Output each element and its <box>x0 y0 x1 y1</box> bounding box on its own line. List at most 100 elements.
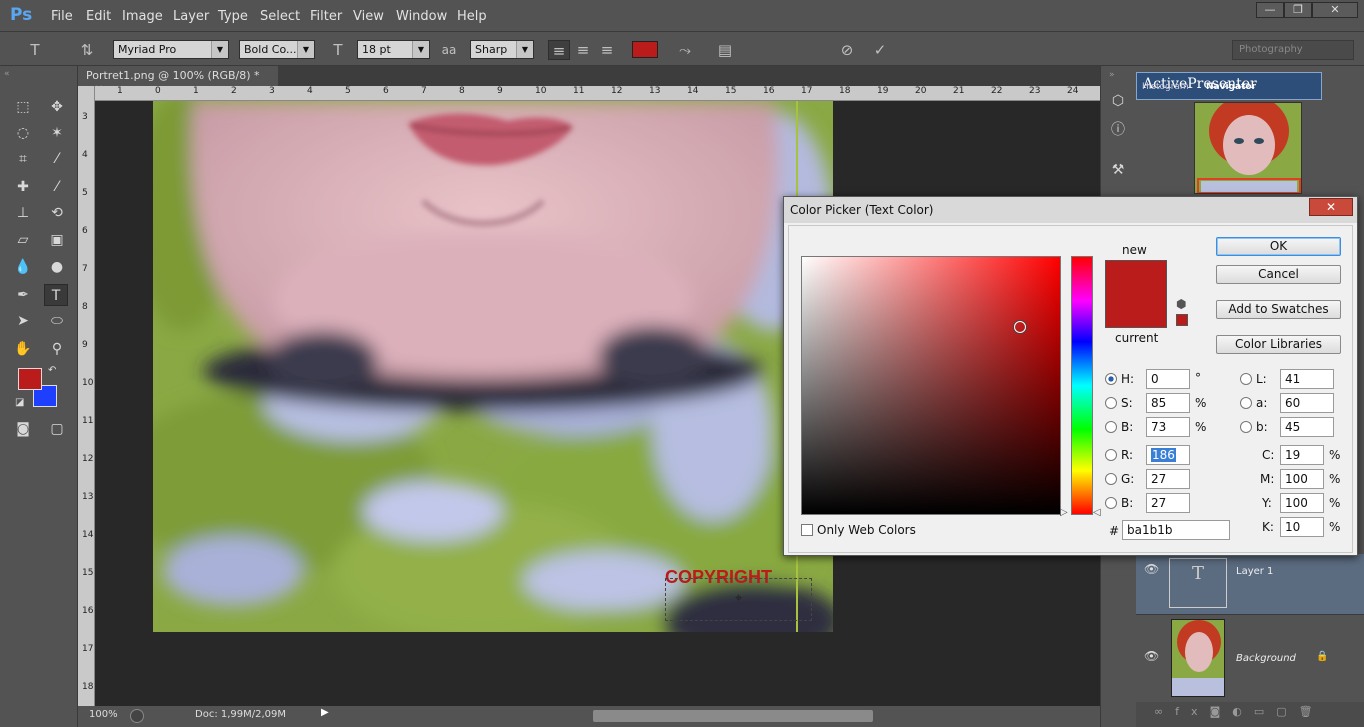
align-center-icon[interactable]: ≡ <box>572 40 594 60</box>
menu-edit[interactable]: Edit <box>86 9 111 24</box>
out-of-gamut-cube-icon[interactable]: ⬢ <box>1176 297 1186 311</box>
crop-tool-icon[interactable]: ⌗ <box>11 148 35 170</box>
a-field[interactable]: 60 <box>1280 393 1334 413</box>
adjustment-icon[interactable]: ◐ <box>1232 705 1254 718</box>
menu-view[interactable]: View <box>353 9 384 24</box>
radio-blue[interactable] <box>1105 497 1117 509</box>
ok-button[interactable]: OK <box>1216 237 1341 256</box>
l-field[interactable]: 41 <box>1280 369 1334 389</box>
link-layers-icon[interactable]: ∞ <box>1154 705 1175 718</box>
only-web-colors-checkbox[interactable] <box>801 524 813 536</box>
hue-slider-right-arrow-icon[interactable]: ◁ <box>1093 507 1101 518</box>
radio-lab-b[interactable] <box>1240 421 1252 433</box>
document-tab[interactable]: Portret1.png @ 100% (RGB/8) * × <box>78 66 278 95</box>
menu-filter[interactable]: Filter <box>310 9 342 24</box>
hex-field[interactable]: ba1b1b <box>1122 520 1230 540</box>
zoom-tool-icon[interactable]: ⚲ <box>45 338 69 360</box>
ellipse-tool-icon[interactable]: ⬭ <box>45 310 69 332</box>
color-libraries-button[interactable]: Color Libraries <box>1216 335 1341 354</box>
websafe-color-swatch[interactable] <box>1176 314 1188 326</box>
screen-mode-icon[interactable]: ▢ <box>45 418 69 440</box>
default-colors-icon[interactable]: ◪ <box>15 397 24 408</box>
eraser-tool-icon[interactable]: ▱ <box>11 229 35 251</box>
layer-row-background[interactable]: 👁 Background 🔒 <box>1136 614 1364 698</box>
menu-help[interactable]: Help <box>457 9 487 24</box>
close-button[interactable]: ✕ <box>1312 2 1358 18</box>
s-field[interactable]: 85 <box>1146 393 1190 413</box>
warp-text-icon[interactable]: ⤳ <box>674 40 696 60</box>
new-layer-icon[interactable]: ▢ <box>1276 705 1298 718</box>
color-field-marker[interactable] <box>1014 321 1026 333</box>
k-field[interactable]: 10 <box>1280 517 1324 537</box>
radio-h[interactable] <box>1105 373 1117 385</box>
brightness-field[interactable]: 73 <box>1146 417 1190 437</box>
font-family-select[interactable]: Myriad Pro ▼ <box>113 40 229 59</box>
g-field[interactable]: 27 <box>1146 469 1190 489</box>
visibility-eye-icon[interactable]: 👁 <box>1144 649 1159 663</box>
minimize-button[interactable]: — <box>1256 2 1284 18</box>
foreground-color-swatch[interactable] <box>18 368 42 390</box>
hand-tool-icon[interactable]: ✋ <box>11 338 35 360</box>
layer-row-layer-1[interactable]: 👁 T Layer 1 <box>1136 554 1364 614</box>
fx-icon[interactable]: fx <box>1175 705 1209 718</box>
path-selection-tool-icon[interactable]: ➤ <box>11 310 35 332</box>
portrait-photo[interactable]: COPYRIGHT ⌖ <box>153 101 833 632</box>
radio-s[interactable] <box>1105 397 1117 409</box>
add-to-swatches-button[interactable]: Add to Swatches <box>1216 300 1341 319</box>
radio-r[interactable] <box>1105 449 1117 461</box>
healing-brush-tool-icon[interactable]: ✚ <box>11 176 35 198</box>
zoom-level[interactable]: 100% <box>89 709 118 720</box>
collapse-icon[interactable]: » <box>1109 70 1115 80</box>
3d-panel-icon[interactable]: ⬡ <box>1106 90 1130 112</box>
visibility-eye-icon[interactable]: 👁 <box>1144 562 1159 576</box>
antialias-select[interactable]: Sharp ▼ <box>470 40 534 59</box>
character-panel-icon[interactable]: ▤ <box>714 40 736 60</box>
radio-b[interactable] <box>1105 421 1117 433</box>
marquee-tool-icon[interactable]: ⬚ <box>11 96 35 118</box>
status-menu-arrow-icon[interactable]: ▶ <box>321 707 329 718</box>
lasso-tool-icon[interactable]: ◌ <box>11 122 35 144</box>
brush-panel-icon[interactable]: ⚒ <box>1106 159 1130 181</box>
align-left-icon[interactable]: ≡ <box>548 40 570 60</box>
horizontal-scrollbar-thumb[interactable] <box>593 710 873 722</box>
color-field[interactable] <box>801 256 1061 515</box>
menu-select[interactable]: Select <box>260 9 300 24</box>
history-brush-tool-icon[interactable]: ⟲ <box>45 202 69 224</box>
align-right-icon[interactable]: ≡ <box>596 40 618 60</box>
layer-name[interactable]: Background <box>1236 653 1296 664</box>
pen-tool-icon[interactable]: ✒ <box>11 284 35 306</box>
navigator-thumbnail[interactable] <box>1194 102 1302 194</box>
dodge-tool-icon[interactable]: ● <box>45 256 69 278</box>
cancel-edit-icon[interactable]: ⊘ <box>836 40 858 60</box>
hue-slider-left-arrow-icon[interactable]: ▷ <box>1060 507 1068 518</box>
collapse-icon[interactable]: « <box>4 69 10 79</box>
hue-slider[interactable] <box>1071 256 1093 515</box>
menu-layer[interactable]: Layer <box>173 9 209 24</box>
eyedropper-tool-icon[interactable]: ⁄ <box>45 148 69 170</box>
maximize-button[interactable]: ❐ <box>1284 2 1312 18</box>
layer-name[interactable]: Layer 1 <box>1236 566 1273 577</box>
text-color-swatch[interactable] <box>632 41 658 58</box>
radio-l[interactable] <box>1240 373 1252 385</box>
cancel-button[interactable]: Cancel <box>1216 265 1341 284</box>
brush-tool-icon[interactable]: ⁄ <box>45 176 69 198</box>
group-icon[interactable]: ▭ <box>1254 705 1276 718</box>
menu-type[interactable]: Type <box>218 9 248 24</box>
commit-edit-icon[interactable]: ✓ <box>869 40 891 60</box>
menu-window[interactable]: Window <box>396 9 447 24</box>
move-tool-icon[interactable]: ✥ <box>45 96 69 118</box>
share-icon[interactable] <box>130 709 144 723</box>
type-tool-preset-icon[interactable]: T <box>24 40 46 60</box>
h-field[interactable]: 0 <box>1146 369 1190 389</box>
tab-histogram[interactable]: Histogram <box>1142 82 1189 92</box>
gradient-tool-icon[interactable]: ▣ <box>45 229 69 251</box>
y-field[interactable]: 100 <box>1280 493 1324 513</box>
c-field[interactable]: 19 <box>1280 445 1324 465</box>
magic-wand-tool-icon[interactable]: ✶ <box>45 122 69 144</box>
delete-icon[interactable]: 🗑 <box>1299 705 1325 718</box>
blur-tool-icon[interactable]: 💧 <box>11 256 35 278</box>
blue-field[interactable]: 27 <box>1146 493 1190 513</box>
lab-b-field[interactable]: 45 <box>1280 417 1334 437</box>
font-size-select[interactable]: 18 pt ▼ <box>357 40 430 59</box>
menu-file[interactable]: File <box>51 9 73 24</box>
